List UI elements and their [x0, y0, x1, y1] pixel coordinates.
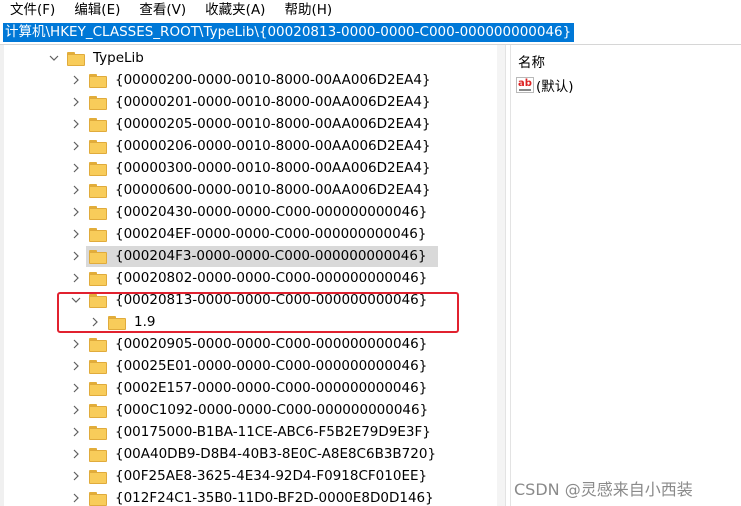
tree-item-label: {00000205-0000-0010-8000-00AA006D2EA4} [115, 116, 431, 132]
tree-item[interactable]: {00020430-0000-0000-C000-000000000046} [69, 201, 429, 223]
tree-item[interactable]: {00020802-0000-0000-C000-000000000046} [69, 267, 429, 289]
tree-item-typelib[interactable]: TypeLib [47, 47, 146, 69]
tree-item[interactable]: {00000300-0000-0010-8000-00AA006D2EA4} [69, 157, 433, 179]
folder-icon [88, 443, 108, 465]
chevron-right-icon[interactable] [69, 465, 83, 487]
folder-icon [88, 91, 108, 113]
chevron-right-icon[interactable] [69, 333, 83, 355]
chevron-right-icon[interactable] [69, 223, 83, 245]
tree-item-label: {00000200-0000-0010-8000-00AA006D2EA4} [115, 72, 431, 88]
tree-item-label: TypeLib [93, 50, 144, 66]
tree-item-label: {00000201-0000-0010-8000-00AA006D2EA4} [115, 94, 431, 110]
chevron-right-icon[interactable] [69, 201, 83, 223]
folder-icon [88, 487, 108, 506]
folder-icon [88, 223, 108, 245]
tree-item[interactable]: {012F24C1-35B0-11D0-BF2D-0000E8D0D146} [69, 487, 436, 506]
tree-item-label: {00000300-0000-0010-8000-00AA006D2EA4} [115, 160, 431, 176]
tree-item[interactable]: {00000600-0000-0010-8000-00AA006D2EA4} [69, 179, 433, 201]
chevron-right-icon[interactable] [69, 135, 83, 157]
name-column-header[interactable]: 名称 [518, 51, 545, 71]
folder-icon [88, 267, 108, 289]
chevron-right-icon[interactable] [69, 377, 83, 399]
tree-item-label: {012F24C1-35B0-11D0-BF2D-0000E8D0D146} [115, 490, 434, 506]
menu-file[interactable]: 文件(F) [0, 0, 64, 20]
tree-item-label: {000204EF-0000-0000-C000-000000000046} [115, 226, 427, 242]
address-bar[interactable]: 计算机\HKEY_CLASSES_ROOT\TypeLib\{00020813-… [0, 20, 741, 45]
folder-icon [88, 201, 108, 223]
address-path[interactable]: 计算机\HKEY_CLASSES_ROOT\TypeLib\{00020813-… [3, 23, 575, 42]
chevron-right-icon[interactable] [69, 421, 83, 443]
chevron-right-icon[interactable] [69, 355, 83, 377]
tree-left-strip [0, 45, 4, 506]
tree-item[interactable]: {00A40DB9-D8B4-40B3-8E0C-A8E8C6B3B720} [69, 443, 438, 465]
menu-edit[interactable]: 编辑(E) [64, 0, 129, 20]
folder-icon [88, 465, 108, 487]
menu-bar: 文件(F) 编辑(E) 查看(V) 收藏夹(A) 帮助(H) [0, 0, 741, 20]
tree-item-label: {00F25AE8-3625-4E34-92D4-F0918CF010EE} [115, 468, 428, 484]
chevron-right-icon[interactable] [69, 91, 83, 113]
tree-item-label: {00020802-0000-0000-C000-000000000046} [115, 270, 428, 286]
tree-item[interactable]: {0002E157-0000-0000-C000-000000000046} [69, 377, 429, 399]
tree-item-label: {00000600-0000-0010-8000-00AA006D2EA4} [115, 182, 431, 198]
chevron-right-icon[interactable] [69, 157, 83, 179]
menu-help[interactable]: 帮助(H) [274, 0, 341, 20]
tree-item-label: {000C1092-0000-0000-C000-000000000046} [115, 402, 429, 418]
chevron-right-icon[interactable] [69, 113, 83, 135]
watermark: CSDN @灵感来自小西装 [514, 480, 693, 499]
chevron-right-icon[interactable] [69, 245, 83, 267]
tree-item[interactable]: {000C1092-0000-0000-C000-000000000046} [69, 399, 430, 421]
tree-item[interactable]: {00000205-0000-0010-8000-00AA006D2EA4} [69, 113, 433, 135]
chevron-right-icon[interactable] [69, 443, 83, 465]
tree-item[interactable]: {000204F3-0000-0000-C000-000000000046} [69, 245, 429, 267]
tree-item-label: {00020905-0000-0000-C000-000000000046} [115, 336, 428, 352]
chevron-down-icon[interactable] [47, 47, 61, 69]
tree-item-label: {000204F3-0000-0000-C000-000000000046} [115, 248, 427, 264]
tree-item-label: {00020430-0000-0000-C000-000000000046} [115, 204, 428, 220]
chevron-right-icon[interactable] [69, 267, 83, 289]
tree-item-label: {00175000-B1BA-11CE-ABC6-F5B2E79D9E3F} [115, 424, 431, 440]
folder-icon [88, 135, 108, 157]
tree-item[interactable]: {00000200-0000-0010-8000-00AA006D2EA4} [69, 69, 433, 91]
folder-icon [88, 421, 108, 443]
folder-icon [88, 179, 108, 201]
chevron-right-icon[interactable] [69, 69, 83, 91]
folder-icon [88, 377, 108, 399]
folder-icon [88, 355, 108, 377]
tree-item[interactable]: {00000206-0000-0010-8000-00AA006D2EA4} [69, 135, 433, 157]
values-pane[interactable]: 名称 ab (默认) [511, 45, 741, 506]
annotation-highlight-box [57, 292, 459, 333]
chevron-right-icon[interactable] [69, 399, 83, 421]
default-value-row[interactable]: ab (默认) [516, 75, 574, 95]
folder-icon [88, 113, 108, 135]
tree-item[interactable]: {00000201-0000-0010-8000-00AA006D2EA4} [69, 91, 433, 113]
chevron-right-icon[interactable] [69, 179, 83, 201]
tree-item-label: {00000206-0000-0010-8000-00AA006D2EA4} [115, 138, 431, 154]
tree-item[interactable]: {00175000-B1BA-11CE-ABC6-F5B2E79D9E3F} [69, 421, 433, 443]
default-value-label: (默认) [536, 79, 574, 95]
folder-icon [88, 245, 108, 267]
folder-icon [88, 69, 108, 91]
tree-scrollbar[interactable] [497, 45, 505, 506]
folder-icon [88, 157, 108, 179]
tree-item-label: {00A40DB9-D8B4-40B3-8E0C-A8E8C6B3B720} [115, 446, 437, 462]
chevron-right-icon[interactable] [69, 487, 83, 506]
folder-icon [66, 47, 86, 69]
menu-view[interactable]: 查看(V) [129, 0, 195, 20]
tree-item-label: {00025E01-0000-0000-C000-000000000046} [115, 358, 428, 374]
tree-item[interactable]: {00F25AE8-3625-4E34-92D4-F0918CF010EE} [69, 465, 429, 487]
tree-item[interactable]: {000204EF-0000-0000-C000-000000000046} [69, 223, 428, 245]
string-value-icon: ab [516, 77, 534, 93]
tree-item[interactable]: {00020905-0000-0000-C000-000000000046} [69, 333, 429, 355]
menu-favorites[interactable]: 收藏夹(A) [195, 0, 274, 20]
tree-item-label: {0002E157-0000-0000-C000-000000000046} [115, 380, 428, 396]
folder-icon [88, 333, 108, 355]
folder-icon [88, 399, 108, 421]
tree-item[interactable]: {00025E01-0000-0000-C000-000000000046} [69, 355, 429, 377]
